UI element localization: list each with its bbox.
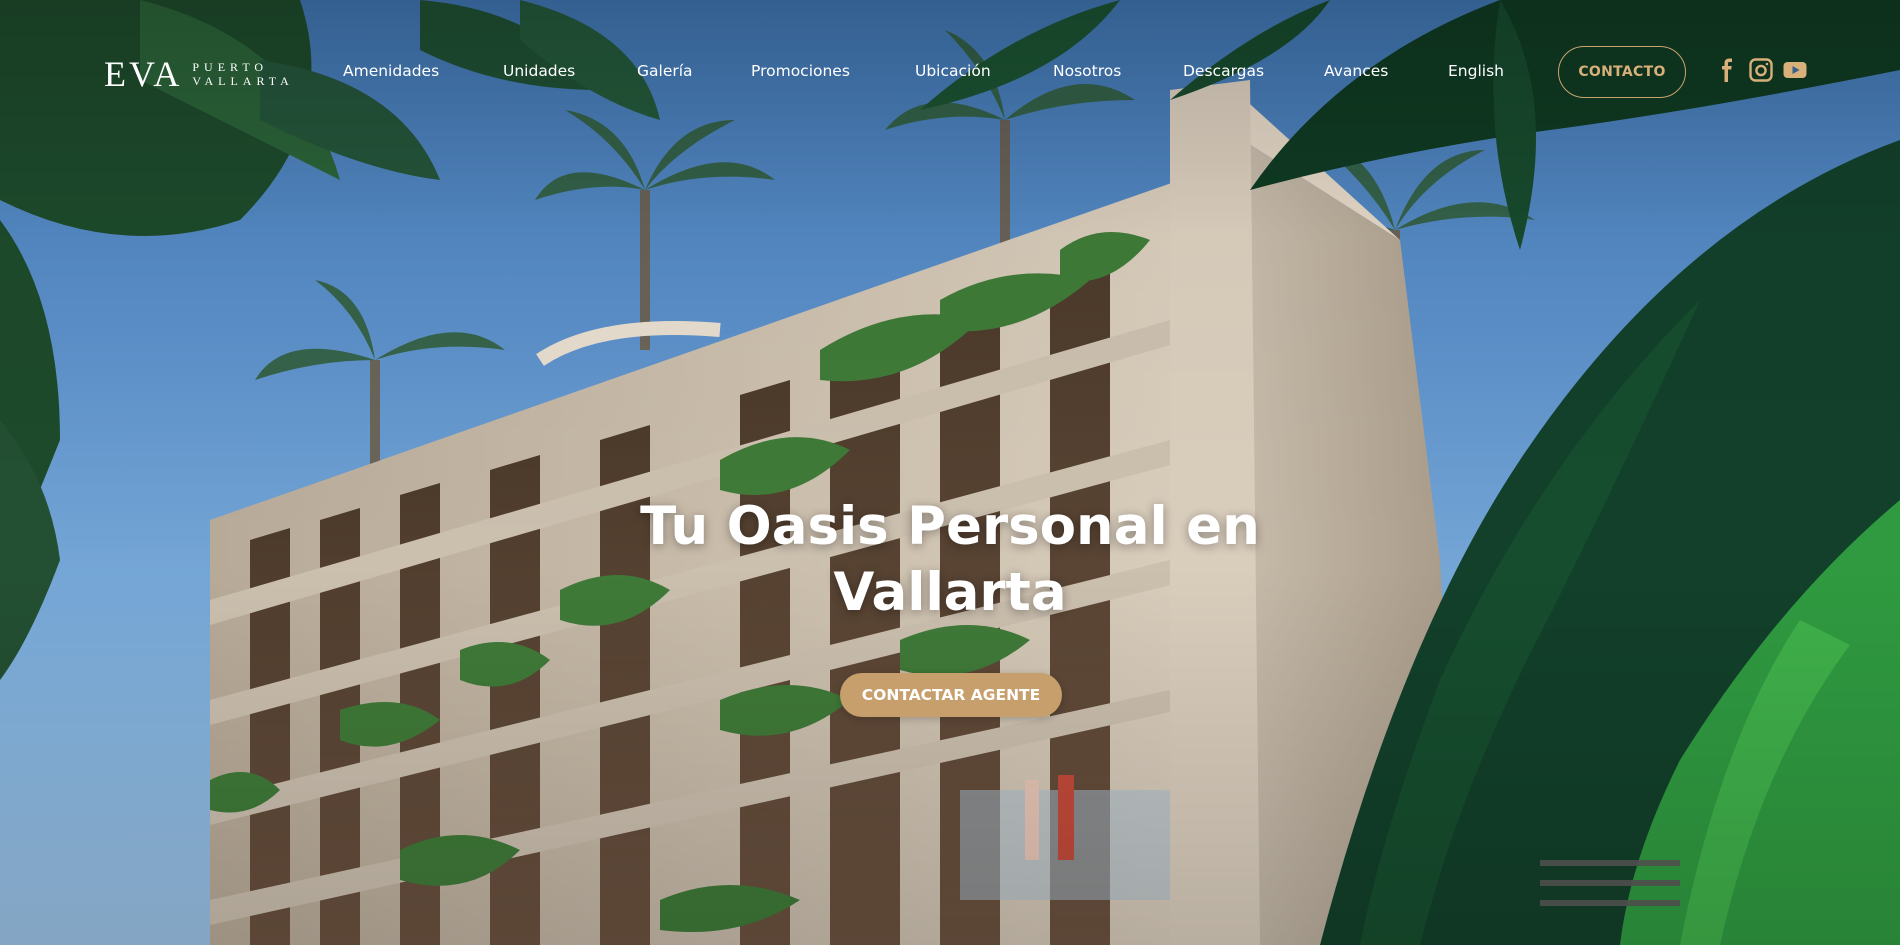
logo-wordmark: EVA xyxy=(104,54,183,94)
nav-link-ubicacion[interactable]: Ubicación xyxy=(915,62,991,80)
contact-agent-button[interactable]: CONTACTAR AGENTE xyxy=(840,673,1062,717)
nav-link-promociones[interactable]: Promociones xyxy=(751,62,850,80)
social-links xyxy=(1715,58,1807,82)
nav-link-english[interactable]: English xyxy=(1448,62,1504,80)
nav-link-amenidades[interactable]: Amenidades xyxy=(343,62,439,80)
site-header: EVA PUERTO VALLARTA Amenidades Unidades … xyxy=(0,0,1900,145)
nav-link-nosotros[interactable]: Nosotros xyxy=(1053,62,1121,80)
instagram-icon[interactable] xyxy=(1749,58,1773,82)
hero-headline: Tu Oasis Personal en Vallarta xyxy=(550,494,1350,626)
site-logo[interactable]: EVA PUERTO VALLARTA xyxy=(104,54,294,94)
hero-headline-line1: Tu Oasis Personal en xyxy=(640,496,1260,557)
facebook-icon[interactable] xyxy=(1715,58,1739,82)
logo-subtitle-line1: PUERTO xyxy=(192,60,269,74)
hero-section: EVA PUERTO VALLARTA Amenidades Unidades … xyxy=(0,0,1900,945)
youtube-icon[interactable] xyxy=(1783,58,1807,82)
hero-headline-line2: Vallarta xyxy=(833,562,1067,623)
logo-subtitle: PUERTO VALLARTA xyxy=(192,60,293,88)
nav-link-galeria[interactable]: Galería xyxy=(637,62,693,80)
logo-subtitle-line2: VALLARTA xyxy=(192,74,294,88)
nav-link-unidades[interactable]: Unidades xyxy=(503,62,575,80)
nav-link-avances[interactable]: Avances xyxy=(1324,62,1388,80)
contact-button[interactable]: CONTACTO xyxy=(1558,46,1686,98)
nav-link-descargas[interactable]: Descargas xyxy=(1183,62,1264,80)
